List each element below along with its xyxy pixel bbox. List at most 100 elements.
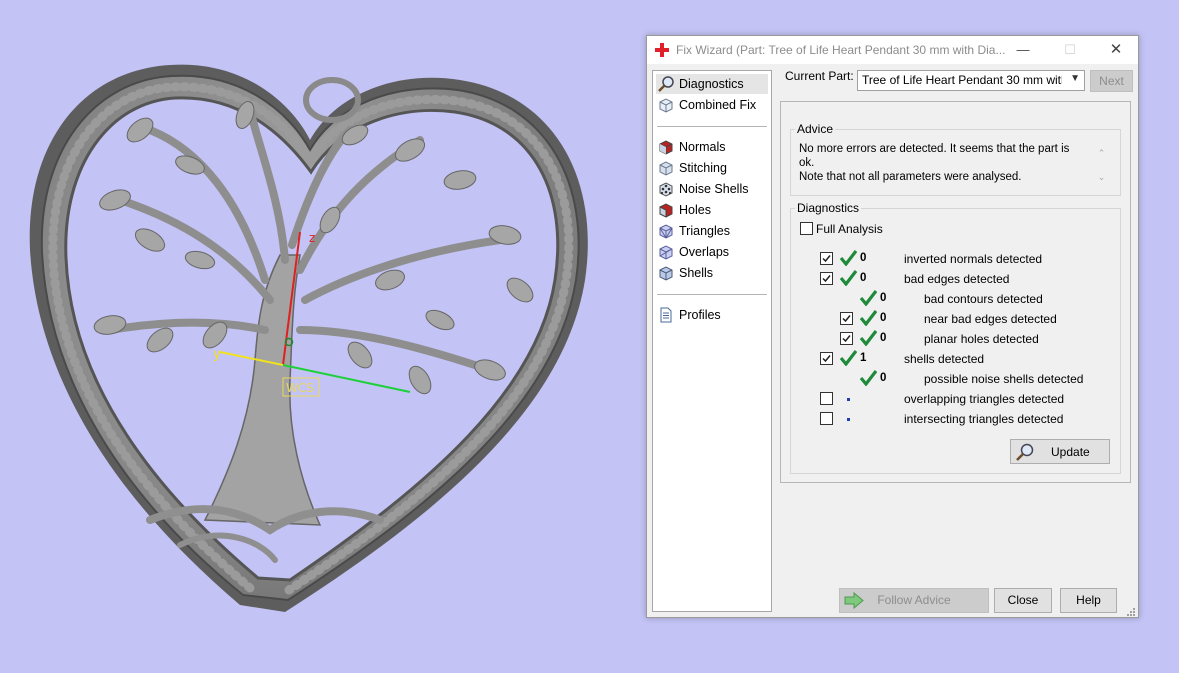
cube-outline-icon [659, 161, 673, 176]
nav-item-label: Normals [679, 140, 726, 154]
cube-mesh-icon [659, 245, 673, 260]
cube-outline-icon [659, 98, 673, 113]
near-bad-edges-label: near bad edges detected [924, 312, 1057, 326]
full-analysis-checkbox[interactable] [800, 222, 813, 235]
nav-item-diagnostics[interactable]: Diagnostics [656, 74, 768, 94]
bad-contours-label: bad contours detected [924, 292, 1043, 306]
current-part-select[interactable]: Tree of Life Heart Pendant 30 mm with Di… [857, 70, 1085, 91]
nav-item-label: Overlaps [679, 245, 730, 259]
nav-item-label: Combined Fix [679, 98, 757, 112]
nav-item-overlaps[interactable]: Overlaps [656, 242, 768, 262]
ok-check-icon [859, 330, 877, 346]
near-bad-edges-checkbox[interactable] [840, 312, 853, 325]
inverted-normals-checkbox[interactable] [820, 252, 833, 265]
ok-check-icon [839, 250, 857, 266]
inverted-normals-label: inverted normals detected [904, 252, 1043, 266]
overlapping-triangles-checkbox[interactable] [820, 392, 833, 405]
pending-dot-icon [847, 398, 850, 401]
close-button[interactable]: Close [994, 588, 1052, 613]
nav-item-noise-shells[interactable]: Noise Shells [656, 179, 768, 199]
pending-dot-icon [847, 418, 850, 421]
cube-red-icon [659, 203, 673, 218]
advice-title: Advice [795, 122, 836, 136]
nav-item-holes[interactable]: Holes [656, 200, 768, 220]
nav-item-label: Triangles [679, 224, 730, 238]
nav-item-normals[interactable]: Normals [656, 137, 768, 157]
intersecting-triangles-label: intersecting triangles detected [904, 412, 1064, 426]
diagnostics-panel: Advice No more errors are detected. It s… [780, 101, 1131, 483]
nav-item-shells[interactable]: Shells [656, 263, 768, 283]
nav-divider [657, 294, 767, 295]
nav-item-label: Noise Shells [679, 182, 749, 196]
nav-divider [657, 126, 767, 127]
next-button[interactable]: Next [1090, 70, 1133, 92]
follow-advice-label: Follow Advice [877, 593, 951, 607]
z-axis-label: z [309, 231, 315, 245]
fix-wizard-dialog: Fix Wizard (Part: Tree of Life Heart Pen… [646, 35, 1139, 618]
advice-line: No more errors are detected. It seems th… [799, 143, 1070, 169]
arrow-right-icon [844, 592, 864, 609]
window-title: Fix Wizard (Part: Tree of Life Heart Pen… [676, 43, 1006, 57]
nav-item-label: Stitching [679, 161, 727, 175]
close-icon[interactable]: ✕ [1105, 40, 1127, 60]
3d-viewport[interactable]: z y WCS [0, 0, 645, 673]
bad-edges-count: 0 [860, 272, 867, 284]
noise-shells-label: possible noise shells detected [924, 372, 1084, 386]
ok-check-icon [859, 370, 877, 386]
ok-check-icon [839, 350, 857, 366]
heart-pendant-model[interactable]: z y WCS [0, 0, 645, 673]
maximize-icon[interactable]: ☐ [1059, 40, 1081, 60]
update-button[interactable]: Update [1010, 439, 1110, 464]
inverted-normals-count: 0 [860, 252, 867, 264]
update-label: Update [1051, 445, 1090, 459]
nav-item-label: Holes [679, 203, 711, 217]
shells-label: shells detected [904, 352, 985, 366]
bad-contours-count: 0 [880, 292, 887, 304]
document-icon [660, 307, 672, 323]
y-axis-label: y [213, 347, 221, 362]
shells-checkbox[interactable] [820, 352, 833, 365]
magnifier-icon [1016, 443, 1034, 461]
current-part-value: Tree of Life Heart Pendant 30 mm with Di… [862, 73, 1062, 87]
minimize-icon[interactable]: — [1012, 40, 1034, 60]
nav-item-profiles[interactable]: Profiles [656, 305, 768, 325]
ok-check-icon [859, 290, 877, 306]
cube-blue-icon [659, 266, 673, 281]
follow-advice-button[interactable]: Follow Advice [839, 588, 989, 613]
help-button[interactable]: Help [1060, 588, 1117, 613]
scroll-up-icon[interactable]: ⌃ [1094, 141, 1109, 165]
ok-check-icon [839, 270, 857, 286]
wizard-nav: Diagnostics Combined Fix Normals Stitchi… [652, 70, 772, 612]
intersecting-triangles-checkbox[interactable] [820, 412, 833, 425]
nav-item-triangles[interactable]: Triangles [656, 221, 768, 241]
planar-holes-count: 0 [880, 332, 887, 344]
cube-dots-icon [659, 182, 673, 197]
advice-scrollbar[interactable]: ⌃ ⌄ [1094, 141, 1109, 189]
nav-item-stitching[interactable]: Stitching [656, 158, 768, 178]
planar-holes-checkbox[interactable] [840, 332, 853, 345]
nav-item-label: Profiles [679, 308, 721, 322]
advice-line: Note that not all parameters were analys… [799, 171, 1022, 183]
title-bar[interactable]: Fix Wizard (Part: Tree of Life Heart Pen… [647, 36, 1138, 65]
overlapping-triangles-label: overlapping triangles detected [904, 392, 1065, 406]
scroll-down-icon[interactable]: ⌄ [1094, 165, 1109, 189]
bad-edges-label: bad edges detected [904, 272, 1010, 286]
current-part-label: Current Part: [785, 69, 854, 83]
nav-item-label: Shells [679, 266, 714, 280]
cube-mesh-icon [659, 224, 673, 239]
cube-red-icon [659, 140, 673, 155]
nav-item-label: Diagnostics [679, 77, 744, 91]
app-logo-icon [655, 43, 669, 57]
bad-edges-checkbox[interactable] [820, 272, 833, 285]
wcs-label: WCS [286, 381, 314, 395]
resize-grip-icon[interactable] [1125, 606, 1135, 616]
chevron-down-icon: ▼ [1070, 73, 1080, 84]
nav-item-combined-fix[interactable]: Combined Fix [656, 95, 768, 115]
near-bad-edges-count: 0 [880, 312, 887, 324]
noise-shells-count: 0 [880, 372, 887, 384]
ok-check-icon [859, 310, 877, 326]
planar-holes-label: planar holes detected [924, 332, 1039, 346]
full-analysis-label: Full Analysis [816, 222, 883, 236]
diagnostics-title: Diagnostics [795, 201, 862, 215]
advice-text: No more errors are detected. It seems th… [799, 142, 1082, 190]
